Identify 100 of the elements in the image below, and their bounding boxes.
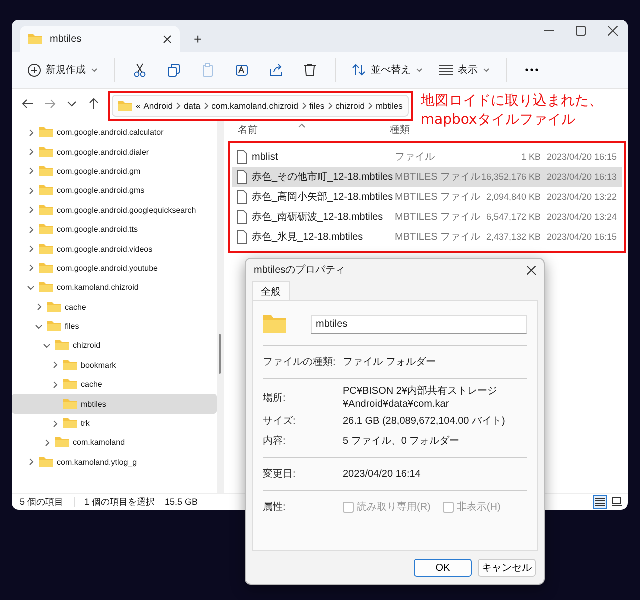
- maximize-icon[interactable]: [576, 26, 586, 36]
- file-icon: [236, 210, 248, 224]
- property-label: 場所:: [263, 392, 287, 405]
- chevron-down-icon[interactable]: [35, 324, 43, 330]
- folder-icon: [118, 100, 133, 112]
- tree-item[interactable]: com.google.android.googlequicksearch: [12, 200, 217, 220]
- tree-item[interactable]: com.google.android.gms: [12, 181, 217, 201]
- back-arrow-icon[interactable]: [22, 98, 34, 110]
- forward-arrow-icon[interactable]: [44, 98, 56, 110]
- file-size: 1 KB: [520, 152, 542, 162]
- file-row[interactable]: 赤色_南砺砺波_12-18.mbtiles MBTILES ファイル 6,547,172 KB 2023/04/20 13:24: [232, 207, 622, 227]
- property-label: ファイルの種類:: [263, 356, 337, 369]
- close-icon[interactable]: [527, 266, 536, 274]
- window-tab[interactable]: mbtiles: [20, 26, 180, 52]
- rename-icon[interactable]: [235, 63, 249, 77]
- close-icon[interactable]: [163, 34, 172, 44]
- folder-icon: [39, 127, 54, 138]
- chevron-right-icon[interactable]: [52, 361, 58, 370]
- folder-icon: [39, 262, 54, 274]
- tree-item[interactable]: mbtiles: [12, 394, 217, 414]
- file-type: ファイル: [395, 151, 436, 164]
- dialog-tab[interactable]: 全般: [252, 281, 290, 300]
- view-button[interactable]: 表示: [433, 59, 496, 81]
- file-row[interactable]: 赤色_高岡小矢部_12-18.mbtiles MBTILES ファイル 2,094,840 KB 2023/04/20 13:22: [232, 187, 622, 207]
- address-bar[interactable]: « Android data com.kamoland.chizroid files chizroid mbtiles: [112, 95, 409, 117]
- property-label: 属性:: [263, 500, 287, 514]
- new-tab-button[interactable]: +: [188, 26, 208, 52]
- details-view-icon[interactable]: [595, 497, 605, 507]
- chevron-down-icon[interactable]: [27, 284, 35, 291]
- file-date: 2023/04/20 16:15: [547, 232, 618, 242]
- chevron-right-icon[interactable]: [28, 226, 34, 234]
- lines-icon: [439, 65, 453, 75]
- tiles-view-icon[interactable]: [612, 497, 622, 507]
- chevron-right-icon[interactable]: [28, 206, 34, 214]
- file-row[interactable]: mblist ファイル 1 KB 2023/04/20 16:15: [232, 147, 622, 167]
- scrollbar-thumb[interactable]: [219, 334, 221, 374]
- breadcrumb[interactable]: mbtiles: [376, 101, 403, 111]
- sort-up-icon: [298, 122, 306, 128]
- chevron-right-icon[interactable]: [28, 148, 34, 156]
- checkbox: 読み取り専用(R): [343, 500, 431, 514]
- folder-icon: [39, 244, 54, 255]
- folder-icon: [63, 398, 78, 410]
- tree-item[interactable]: files: [12, 316, 217, 336]
- name-field[interactable]: mbtiles: [311, 314, 527, 334]
- sort-arrows-icon: [352, 64, 366, 76]
- chevron-right-icon[interactable]: [36, 303, 42, 312]
- breadcrumb[interactable]: files: [310, 101, 325, 111]
- tree-item[interactable]: bookmark: [12, 356, 217, 376]
- breadcrumb[interactable]: data: [184, 101, 201, 111]
- chevron-right-icon[interactable]: [52, 420, 58, 428]
- trash-icon[interactable]: [303, 63, 317, 77]
- ok-button[interactable]: OK: [414, 559, 472, 577]
- property-value: 2023/04/20 16:14: [343, 468, 422, 480]
- column-header[interactable]: 名前: [234, 123, 258, 137]
- overflow-chevron[interactable]: «: [136, 101, 141, 111]
- property-value: ファイル フォルダー: [343, 356, 437, 368]
- file-name: 赤色_南砺砺波_12-18.mbtiles: [252, 210, 384, 224]
- file-row[interactable]: 赤色_その他市町_12-18.mbtiles MBTILES ファイル16,352,176 KB 2023/04/20 16:13: [232, 167, 622, 187]
- sort-button[interactable]: 並べ替え: [346, 59, 429, 81]
- file-row[interactable]: 赤色_氷見_12-18.mbtiles MBTILES ファイル 2,437,132 KB 2023/04/20 16:15: [232, 227, 622, 247]
- tree-item[interactable]: com.kamoland.ytlog_g: [12, 452, 217, 472]
- tree-item[interactable]: cache: [12, 375, 217, 394]
- chevron-right-icon[interactable]: [52, 380, 58, 389]
- chevron-down-icon[interactable]: [43, 342, 51, 349]
- close-icon[interactable]: [608, 26, 618, 36]
- breadcrumb[interactable]: com.kamoland.chizroid: [212, 101, 299, 111]
- chevron-right-icon[interactable]: [28, 458, 34, 466]
- caret-icon: [91, 68, 98, 72]
- file-name: 赤色_高岡小矢部_12-18.mbtiles: [252, 190, 394, 204]
- breadcrumb[interactable]: chizroid: [336, 101, 365, 111]
- chevron-right-icon: [302, 102, 307, 110]
- tree-item[interactable]: trk: [12, 414, 217, 434]
- chevron-right-icon: [176, 102, 182, 110]
- tree-item[interactable]: com.google.android.gm: [12, 162, 217, 182]
- tree-item[interactable]: cache: [12, 298, 217, 317]
- scissors-icon[interactable]: [133, 63, 147, 77]
- tree-item[interactable]: com.google.android.calculator: [12, 123, 217, 142]
- chevron-right-icon[interactable]: [28, 167, 34, 176]
- share-icon[interactable]: [269, 63, 283, 77]
- copy-icon[interactable]: [167, 63, 181, 77]
- new-button[interactable]: 新規作成: [22, 59, 104, 81]
- chevron-right-icon[interactable]: [28, 186, 34, 195]
- tree-item[interactable]: com.google.android.dialer: [12, 142, 217, 162]
- breadcrumb[interactable]: Android: [144, 101, 174, 111]
- tree-item[interactable]: com.google.android.videos: [12, 239, 217, 259]
- chevron-right-icon[interactable]: [44, 438, 50, 447]
- file-name: 赤色_その他市町_12-18.mbtiles: [252, 170, 394, 184]
- tree-item[interactable]: com.kamoland.chizroid: [12, 278, 217, 298]
- tree-item[interactable]: chizroid: [12, 336, 217, 356]
- more-icon[interactable]: [525, 68, 539, 72]
- chevron-right-icon[interactable]: [28, 128, 34, 137]
- chevron-right-icon[interactable]: [28, 264, 34, 272]
- up-arrow-icon[interactable]: [88, 98, 100, 110]
- chevron-right-icon[interactable]: [28, 245, 34, 254]
- file-size: 16,352,176 KB: [480, 172, 542, 182]
- tree-item[interactable]: com.kamoland: [12, 433, 217, 453]
- cancel-button[interactable]: キャンセル: [478, 559, 536, 577]
- tree-item[interactable]: com.google.android.tts: [12, 220, 217, 240]
- file-icon: [236, 150, 248, 164]
- tree-item[interactable]: com.google.android.youtube: [12, 258, 217, 278]
